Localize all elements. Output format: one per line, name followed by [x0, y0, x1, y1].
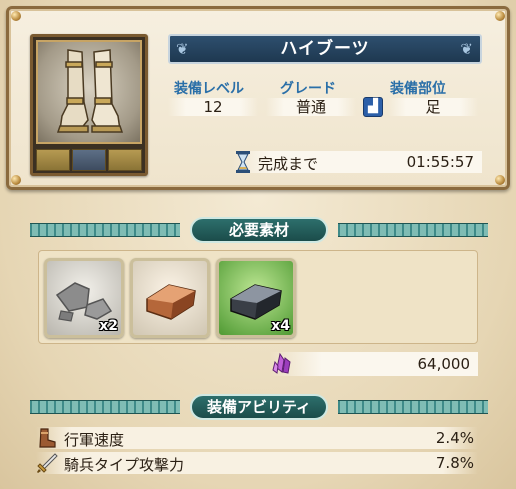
slot-emblem	[72, 149, 106, 171]
ability-row: 行軍速度 2.4%	[36, 427, 478, 449]
abilities-title: 装備アビリティ	[190, 394, 328, 420]
material-slot[interactable]: x2	[44, 258, 124, 338]
ability-value: 2.4%	[435, 429, 474, 447]
equipment-slots	[36, 149, 142, 171]
slot	[36, 149, 70, 171]
ability-name: 行軍速度	[64, 431, 125, 449]
corner-ornament	[11, 175, 21, 185]
material-qty: x4	[271, 318, 290, 334]
header-stripe	[30, 400, 180, 414]
slot	[108, 149, 142, 171]
materials-title: 必要素材	[190, 217, 328, 243]
copper-ingot-icon	[146, 284, 196, 320]
stat-label-level: 装備レベル	[174, 81, 244, 97]
materials-panel: x2 x4	[38, 250, 478, 344]
stat-label-slot: 装備部位	[390, 81, 446, 97]
hourglass-icon	[236, 151, 250, 173]
material-slot[interactable]: x4	[216, 258, 296, 338]
craft-timer: 完成まで 01:55:57	[232, 151, 482, 173]
high-boots-image	[36, 40, 142, 144]
boot-icon	[39, 428, 56, 448]
timer-value: 01:55:57	[406, 153, 474, 171]
timer-label: 完成まで	[258, 155, 319, 173]
ornament-icon: ❦	[176, 40, 190, 58]
ornament-icon: ❦	[460, 40, 474, 58]
header-stripe	[338, 223, 488, 237]
stat-label-grade: グレード	[280, 81, 336, 97]
corner-ornament	[11, 11, 21, 21]
stat-value-grade: 普通	[266, 98, 356, 116]
cost-value: 64,000	[417, 355, 471, 373]
material-qty: x2	[99, 318, 118, 334]
ability-value: 7.8%	[435, 454, 474, 472]
corner-ornament	[495, 175, 505, 185]
stat-value-slot: 足	[388, 98, 478, 116]
equipment-portrait[interactable]	[30, 34, 148, 176]
equipment-name: ハイブーツ	[280, 39, 370, 59]
equipment-title-bar: ❦ ハイブーツ ❦	[168, 34, 482, 64]
boots-icon	[56, 49, 124, 133]
header-stripe	[338, 400, 488, 414]
crafting-cost: 64,000	[270, 352, 478, 376]
material-slot[interactable]	[130, 258, 210, 338]
abilities-header: 装備アビリティ	[30, 394, 488, 420]
materials-header: 必要素材	[30, 217, 488, 243]
boot-slot-icon: ▟	[363, 97, 383, 117]
stat-value-level: 12	[168, 98, 258, 116]
crystal-icon	[272, 352, 291, 374]
corner-ornament	[495, 11, 505, 21]
ability-name: 騎兵タイプ攻撃力	[64, 456, 185, 474]
header-stripe	[30, 223, 180, 237]
ability-row: 騎兵タイプ攻撃力 7.8%	[36, 452, 478, 474]
sword-icon	[37, 453, 58, 473]
